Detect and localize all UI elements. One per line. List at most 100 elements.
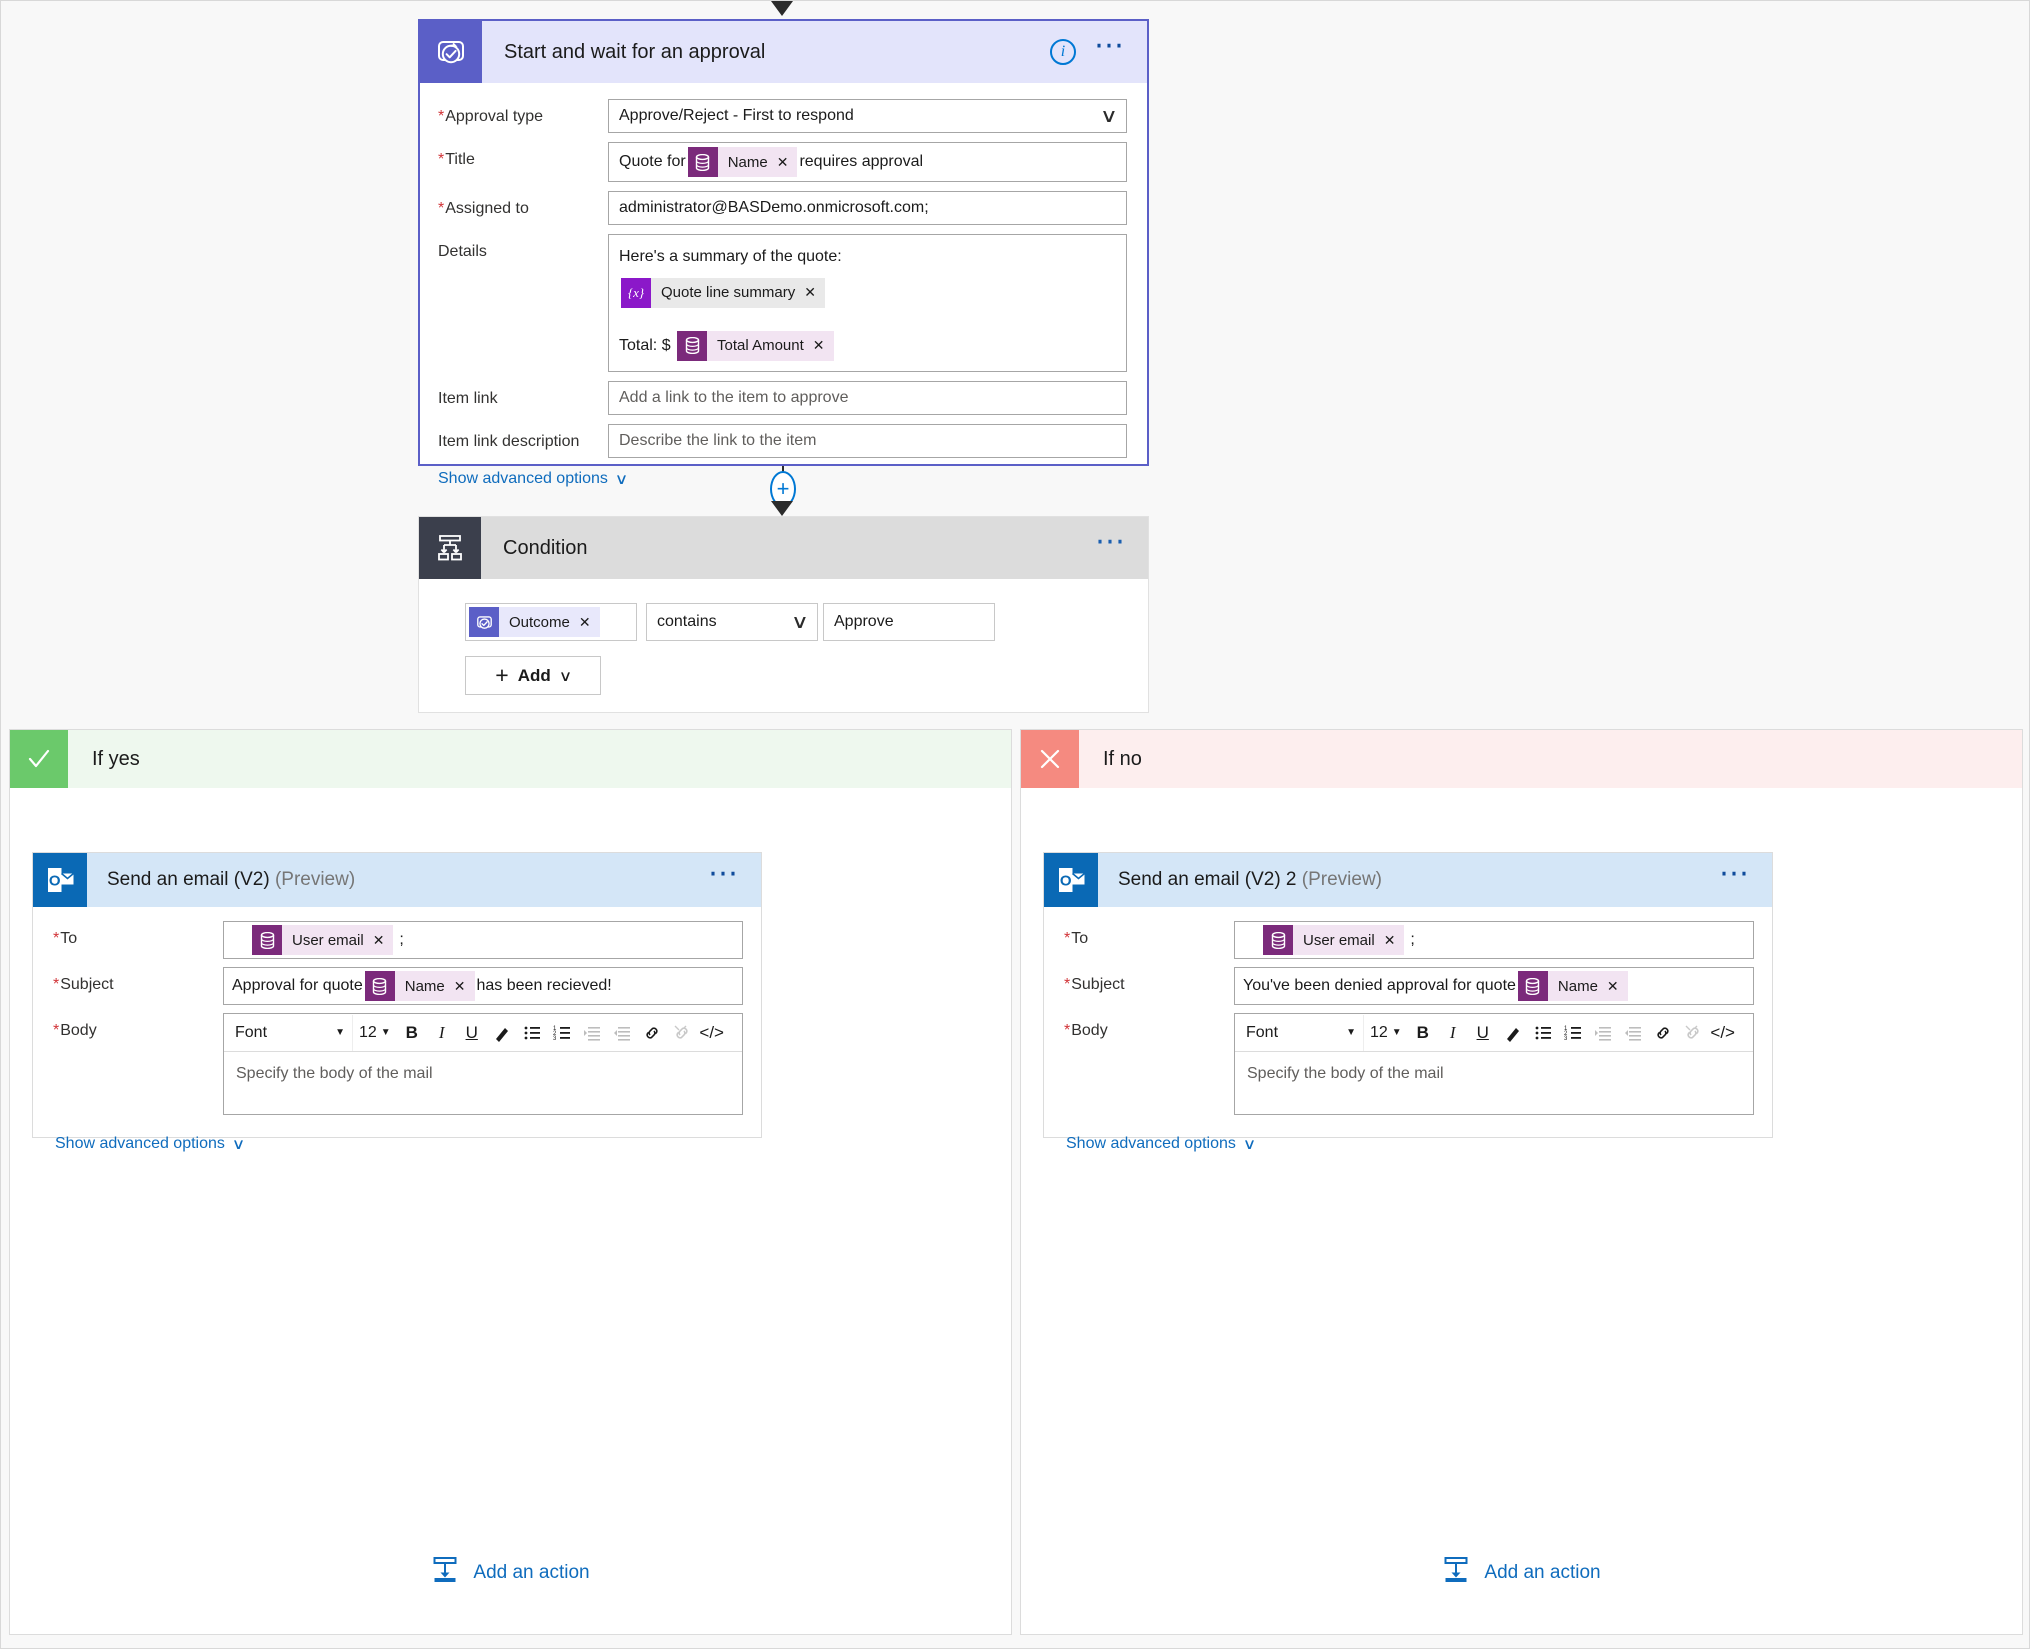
send-email-yes-show-advanced-options-link[interactable]: Show advanced options ∨ <box>55 1135 246 1153</box>
add-action-icon <box>431 1556 459 1590</box>
body-placeholder[interactable]: Specify the body of the mail <box>224 1052 742 1114</box>
field-row-approval-type: *Approval type Approve/Reject - First to… <box>438 99 1127 133</box>
condition-left-operand[interactable]: Outcome ✕ <box>465 603 637 641</box>
text-color-icon[interactable] <box>1498 1015 1528 1051</box>
details-label: Details <box>438 243 487 260</box>
indent-increase-icon[interactable] <box>1588 1015 1618 1051</box>
numbered-list-icon[interactable]: 1 2 3 <box>1558 1015 1588 1051</box>
item-link-description-input[interactable]: Describe the link to the item <box>608 423 1127 458</box>
condition-card-header[interactable]: Condition ⋯ <box>419 517 1148 579</box>
body-placeholder[interactable]: Specify the body of the mail <box>1235 1052 1753 1114</box>
token-remove-icon[interactable]: ✕ <box>813 335 825 357</box>
token-name[interactable]: Name ✕ <box>1517 971 1628 1001</box>
token-remove-icon[interactable]: ✕ <box>1607 978 1619 995</box>
approval-type-dropdown[interactable]: Approve/Reject - First to respond ∨ <box>608 99 1127 133</box>
remove-link-icon[interactable] <box>667 1015 697 1051</box>
ellipsis-menu-icon[interactable]: ⋯ <box>708 859 741 892</box>
token-remove-icon[interactable]: ✕ <box>454 978 466 995</box>
font-size-dropdown[interactable]: 12 ▼ <box>352 1014 397 1051</box>
details-input[interactable]: Here's a summary of the quote: {x} Quote… <box>608 234 1127 372</box>
font-family-dropdown[interactable]: Font ▼ <box>226 1015 352 1051</box>
branch-if-no-header: If no <box>1021 730 2022 788</box>
branch-if-no: If no O Send an email (V2) 2 (Preview) ⋯… <box>1020 729 2023 1635</box>
font-size-dropdown[interactable]: 12 ▼ <box>1363 1014 1408 1051</box>
token-label: Name ✕ <box>717 147 798 177</box>
insert-link-icon[interactable] <box>1648 1015 1678 1051</box>
chevron-down-icon: ∨ <box>231 1136 246 1153</box>
send-email-card-yes[interactable]: O Send an email (V2) (Preview) ⋯ *To Use… <box>32 852 762 1153</box>
add-action-label: Add an action <box>473 1562 590 1583</box>
add-an-action-button-yes[interactable]: Add an action <box>10 1556 1011 1590</box>
subject-input[interactable]: You've been denied approval for quote Na… <box>1234 967 1754 1005</box>
ellipsis-menu-icon[interactable]: ⋯ <box>1719 859 1752 892</box>
condition-operator-dropdown[interactable]: contains ∨ <box>646 603 818 641</box>
condition-branch-icon <box>419 517 481 579</box>
font-family-dropdown[interactable]: Font ▼ <box>1237 1015 1363 1051</box>
send-email-card-no-header[interactable]: O Send an email (V2) 2 (Preview) ⋯ <box>1044 853 1772 907</box>
subject-input[interactable]: Approval for quote Name ✕ has been recie… <box>223 967 743 1005</box>
insert-link-icon[interactable] <box>637 1015 667 1051</box>
variable-braces-icon: {x} <box>621 277 651 308</box>
numbered-list-icon[interactable]: 1 2 3 <box>547 1015 577 1051</box>
token-name[interactable]: Name ✕ <box>687 147 798 177</box>
body-rich-text-editor[interactable]: Font ▼ 12 ▼ B I U 1 2 3 </> Specify the … <box>1234 1013 1754 1115</box>
bold-icon[interactable]: B <box>1408 1015 1438 1051</box>
token-quote-line-summary[interactable]: {x} Quote line summary ✕ <box>621 277 825 308</box>
token-remove-icon[interactable]: ✕ <box>804 282 816 304</box>
underline-icon[interactable]: U <box>457 1015 487 1051</box>
to-input[interactable]: User email ✕ ; <box>1234 921 1754 959</box>
send-email-no-show-advanced-options-link[interactable]: Show advanced options ∨ <box>1066 1135 1256 1153</box>
dataverse-database-icon <box>1263 925 1293 955</box>
approval-action-card[interactable]: Start and wait for an approval i ⋯ *Appr… <box>418 19 1149 488</box>
to-input[interactable]: User email ✕ ; <box>223 921 743 959</box>
branch-if-no-label: If no <box>1079 730 2022 788</box>
token-remove-icon[interactable]: ✕ <box>579 614 591 631</box>
token-user-email[interactable]: User email ✕ <box>252 925 394 955</box>
title-input[interactable]: Quote for Name ✕ requires approval <box>608 142 1127 182</box>
bold-icon[interactable]: B <box>397 1015 427 1051</box>
chevron-down-icon[interactable]: ∨ <box>791 611 809 633</box>
condition-add-button[interactable]: + Add ∨ <box>465 656 601 695</box>
token-remove-icon[interactable]: ✕ <box>1384 932 1396 949</box>
to-label: *To <box>53 930 78 947</box>
assigned-to-input[interactable]: administrator@BASDemo.onmicrosoft.com; <box>608 191 1127 225</box>
approval-form: *Approval type Approve/Reject - First to… <box>420 83 1147 488</box>
details-token-row-2: Total: $ Total Amount ✕ <box>619 330 1116 361</box>
details-token-row-1: {x} Quote line summary ✕ <box>619 277 1116 308</box>
indent-decrease-icon[interactable] <box>1618 1015 1648 1051</box>
approval-show-advanced-options-link[interactable]: Show advanced options ∨ <box>438 470 628 488</box>
approval-card-header[interactable]: Start and wait for an approval i ⋯ <box>420 21 1147 83</box>
item-link-input[interactable]: Add a link to the item to approve <box>608 380 1127 415</box>
token-remove-icon[interactable]: ✕ <box>777 154 789 171</box>
send-email-card-no[interactable]: O Send an email (V2) 2 (Preview) ⋯ *To U… <box>1043 852 1773 1153</box>
underline-icon[interactable]: U <box>1468 1015 1498 1051</box>
dataverse-database-icon <box>687 147 718 177</box>
token-name[interactable]: Name ✕ <box>364 971 475 1001</box>
indent-increase-icon[interactable] <box>577 1015 607 1051</box>
body-rich-text-editor[interactable]: Font ▼ 12 ▼ B I U 1 2 3 </> Specify the … <box>223 1013 743 1115</box>
bulleted-list-icon[interactable] <box>1528 1015 1558 1051</box>
italic-icon[interactable]: I <box>427 1015 457 1051</box>
remove-link-icon[interactable] <box>1678 1015 1708 1051</box>
info-icon[interactable]: i <box>1050 39 1076 65</box>
send-email-card-yes-title: Send an email (V2) (Preview) <box>107 869 356 890</box>
condition-value-input[interactable]: Approve <box>823 603 995 641</box>
chevron-down-icon[interactable]: ∨ <box>1100 105 1118 127</box>
indent-decrease-icon[interactable] <box>607 1015 637 1051</box>
to-label: *To <box>1064 930 1089 947</box>
token-total-amount[interactable]: Total Amount ✕ <box>677 330 834 361</box>
ellipsis-menu-icon[interactable]: ⋯ <box>1094 31 1127 64</box>
ellipsis-menu-icon[interactable]: ⋯ <box>1095 527 1128 560</box>
code-view-icon[interactable]: </> <box>697 1015 727 1051</box>
token-outcome[interactable]: Outcome ✕ <box>469 607 600 637</box>
italic-icon[interactable]: I <box>1438 1015 1468 1051</box>
token-remove-icon[interactable]: ✕ <box>373 932 385 949</box>
token-user-email[interactable]: User email ✕ <box>1263 925 1405 955</box>
code-view-icon[interactable]: </> <box>1708 1015 1738 1051</box>
send-email-card-yes-header[interactable]: O Send an email (V2) (Preview) ⋯ <box>33 853 761 907</box>
text-color-icon[interactable] <box>487 1015 517 1051</box>
condition-card[interactable]: Condition ⋯ Outcome ✕ contains ∨ Approve… <box>418 516 1149 713</box>
approvals-icon <box>420 21 482 83</box>
add-an-action-button-no[interactable]: Add an action <box>1021 1556 2022 1590</box>
bulleted-list-icon[interactable] <box>517 1015 547 1051</box>
